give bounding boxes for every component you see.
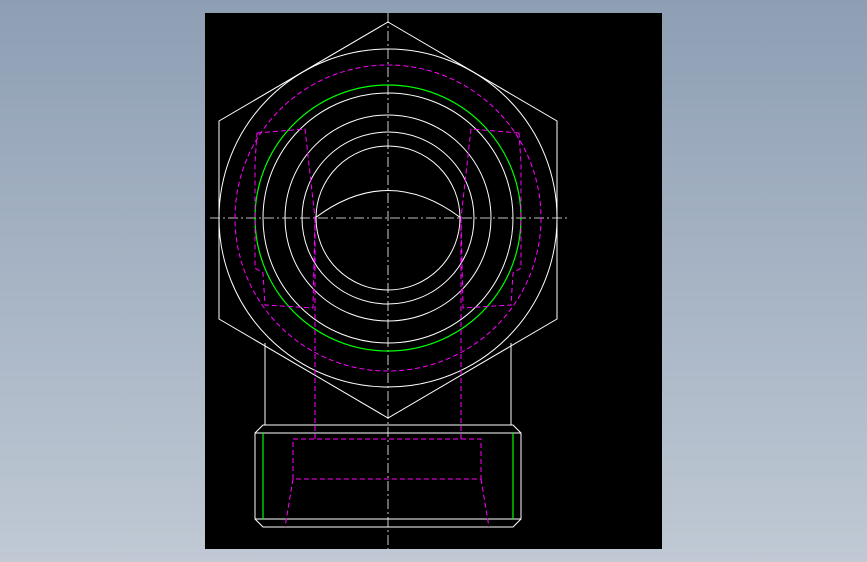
cad-drawing-viewport[interactable] [205, 13, 662, 549]
hidden-bottom-bore [292, 438, 482, 480]
hidden-bottom-taper-right [480, 478, 490, 528]
app-window: { "viewport": { "background": "#000000",… [0, 0, 867, 562]
hidden-bottom-taper-left [284, 478, 294, 528]
cad-drawing-canvas [210, 13, 567, 549]
